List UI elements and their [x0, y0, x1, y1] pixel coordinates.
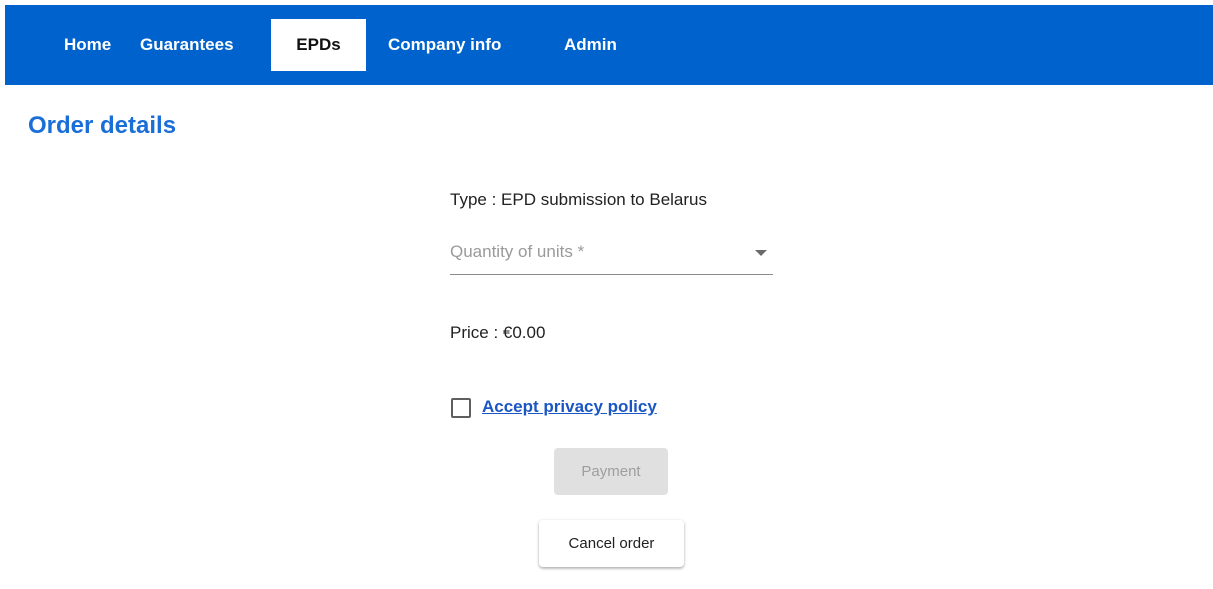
page-title: Order details [28, 112, 177, 139]
top-navbar: Home Guarantees EPDs Company info Admin [5, 5, 1213, 85]
privacy-policy-link[interactable]: Accept privacy policy [482, 397, 657, 417]
nav-item-home[interactable]: Home [64, 19, 111, 71]
price-text: Price : €0.00 [450, 323, 546, 342]
chevron-down-icon [755, 250, 767, 256]
cancel-order-button[interactable]: Cancel order [539, 520, 684, 567]
order-type-text: Type : EPD submission to Belarus [450, 190, 708, 209]
nav-item-guarantees[interactable]: Guarantees [140, 19, 234, 71]
nav-item-epds[interactable]: EPDs [271, 19, 366, 71]
order-details-page: Home Guarantees EPDs Company info Admin … [0, 0, 1213, 589]
payment-button[interactable]: Payment [554, 448, 668, 495]
nav-item-admin[interactable]: Admin [564, 19, 617, 71]
nav-item-company-info[interactable]: Company info [388, 19, 501, 71]
quantity-select[interactable]: Quantity of units * [450, 238, 773, 275]
privacy-policy-checkbox[interactable] [451, 398, 471, 418]
quantity-select-placeholder: Quantity of units * [450, 242, 585, 261]
